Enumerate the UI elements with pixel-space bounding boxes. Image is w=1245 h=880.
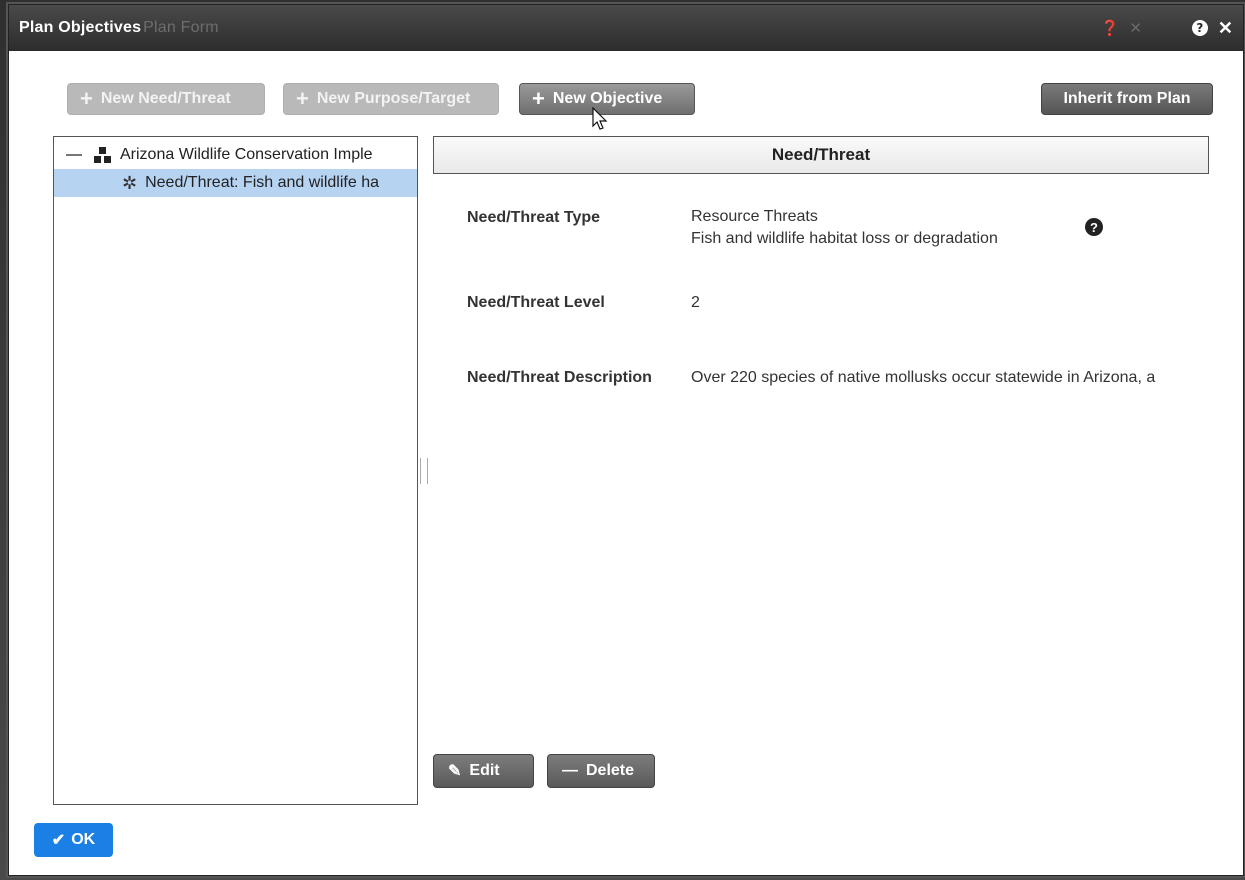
plus-icon: + [80, 86, 93, 111]
field-value: Over 220 species of native mollusks occu… [691, 369, 1243, 387]
plan-tree: Arizona Wildlife Conservation Imple ✲ Ne… [53, 136, 418, 805]
inherit-from-plan-button[interactable]: Inherit from Plan [1041, 83, 1213, 115]
collapse-icon[interactable] [66, 154, 82, 156]
mouse-cursor-icon [592, 107, 608, 130]
hierarchy-icon [94, 147, 112, 163]
plan-objectives-dialog: Plan Objectives Plan Form ❓ ✕ ? ✕ + New N… [8, 4, 1244, 876]
ok-button[interactable]: ✔ OK [34, 823, 113, 857]
background-title-ghost: Plan Form [143, 19, 219, 36]
tree-root-label: Arizona Wildlife Conservation Imple [120, 146, 373, 163]
detail-panel: Need/Threat Need/Threat Type Resource Th… [433, 136, 1209, 803]
checkmark-icon: ✔ [51, 832, 66, 849]
minus-icon: — [562, 762, 578, 779]
new-need-threat-button[interactable]: + New Need/Threat [67, 83, 265, 115]
value-line: Over 220 species of native mollusks occu… [691, 369, 1156, 386]
field-value: Resource Threats Fish and wildlife habit… [691, 208, 998, 251]
field-label: Need/Threat Description [467, 369, 652, 386]
edit-button[interactable]: ✎ Edit [433, 754, 534, 788]
detail-header: Need/Threat [433, 136, 1209, 174]
background-help-icon: ❓ [1100, 19, 1120, 37]
field-label: Need/Threat Type [467, 209, 601, 226]
pane-splitter[interactable] [420, 458, 428, 484]
tree-root-item[interactable]: Arizona Wildlife Conservation Imple [54, 141, 417, 169]
delete-label: Delete [586, 762, 635, 779]
tree-child-item[interactable]: ✲ Need/Threat: Fish and wildlife ha [54, 169, 417, 197]
close-icon[interactable]: ✕ [1218, 18, 1233, 39]
edit-label: Edit [469, 762, 500, 779]
titlebar-icons: ❓ ✕ ? ✕ [1101, 18, 1233, 39]
ok-label: OK [71, 831, 96, 848]
help-icon[interactable]: ? [1085, 218, 1103, 236]
dialog-titlebar: Plan Objectives Plan Form ❓ ✕ ? ✕ [9, 5, 1243, 51]
value-line: Fish and wildlife habitat loss or degrad… [691, 230, 998, 247]
inherit-from-plan-label: Inherit from Plan [1063, 90, 1191, 107]
toolbar: + New Need/Threat + New Purpose/Target +… [53, 83, 1213, 117]
new-purpose-target-button[interactable]: + New Purpose/Target [283, 83, 499, 115]
new-need-threat-label: New Need/Threat [100, 90, 231, 107]
plus-icon: + [296, 86, 309, 111]
field-value: 2 [691, 294, 700, 312]
tree-child-label: Need/Threat: Fish and wildlife ha [145, 174, 379, 191]
plus-icon: + [532, 86, 545, 111]
threat-icon: ✲ [122, 172, 138, 193]
value-line: 2 [691, 294, 700, 311]
help-icon[interactable]: ? [1191, 20, 1208, 36]
value-line: Resource Threats [691, 208, 818, 225]
dialog-title-text: Plan Objectives [19, 19, 142, 36]
new-objective-label: New Objective [552, 90, 663, 107]
background-close-icon: ✕ [1129, 19, 1142, 37]
delete-button[interactable]: — Delete [547, 754, 655, 788]
field-label: Need/Threat Level [467, 294, 605, 311]
dialog-title: Plan Objectives Plan Form [19, 19, 219, 37]
pencil-icon: ✎ [448, 763, 462, 780]
new-purpose-target-label: New Purpose/Target [316, 90, 471, 107]
